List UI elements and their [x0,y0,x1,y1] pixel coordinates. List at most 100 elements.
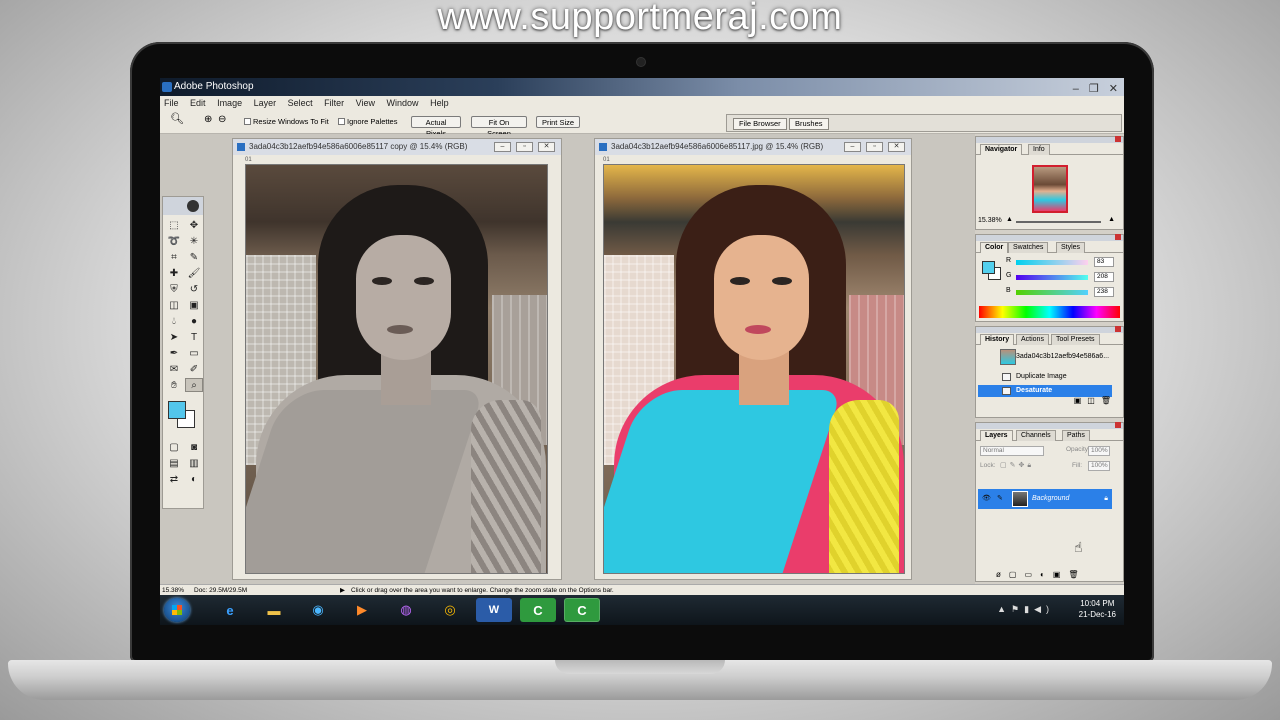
media-center-icon[interactable]: ◉ [300,598,336,622]
menu-view[interactable]: View [356,98,375,108]
menu-select[interactable]: Select [288,98,313,108]
menu-layer[interactable]: Layer [254,98,277,108]
lock-icons[interactable]: ▢✎✥🔒︎ [1000,461,1034,470]
history-item-duplicate[interactable]: Duplicate Image [978,371,1112,383]
red-slider[interactable] [1016,260,1088,265]
green-slider[interactable] [1016,275,1088,280]
hand-tool-icon[interactable]: ✋︎ [165,378,183,392]
lasso-tool-icon[interactable]: ➰ [165,234,183,248]
navigator-zoom-slider[interactable] [1016,221,1101,223]
tab-navigator[interactable]: Navigator [980,144,1023,155]
color-foreground-swatch[interactable] [982,261,995,274]
ignore-palettes-checkbox[interactable]: Ignore Palettes [338,116,397,128]
fit-on-screen-button[interactable]: Fit On Screen [471,116,527,138]
panel-close-icon[interactable] [1115,422,1121,428]
clone-stamp-icon[interactable]: ⛨ [165,282,183,296]
doc-minimize-button[interactable]: – [844,142,861,152]
panel-close-icon[interactable] [1115,326,1121,332]
camtasia-recorder-icon[interactable]: C [564,598,600,622]
tab-channels[interactable]: Channels [1016,430,1056,441]
healing-brush-icon[interactable]: ✚ [165,266,183,280]
menu-window[interactable]: Window [387,98,419,108]
blur-tool-icon[interactable]: 💧︎ [165,314,183,328]
jump-to-imageready-icon[interactable]: ⇄ [165,472,183,486]
tab-color[interactable]: Color [980,242,1009,253]
layer-background[interactable]: 👁︎ ✎ Background 🔒︎ [978,489,1112,509]
brush-tool-icon[interactable]: 🖌︎ [185,266,203,280]
photoshop-icon[interactable]: ◍ [388,598,424,622]
new-snapshot-icon[interactable]: ◫ [1087,396,1101,405]
path-selection-icon[interactable]: ➤ [165,330,183,344]
menu-edit[interactable]: Edit [190,98,206,108]
document-window-original[interactable]: 3ada04c3b12aefb94e586a6006e85117.jpg @ 1… [594,138,912,580]
green-value-field[interactable]: 208 [1094,272,1114,282]
navigator-zoom-value[interactable]: 15.38% [978,217,1002,224]
blend-mode-select[interactable]: Normal [980,446,1044,456]
add-mask-icon[interactable]: ▢ [1009,570,1025,579]
standard-mode-icon[interactable]: ▢ [165,440,183,454]
delete-layer-icon[interactable]: 🗑︎ [1068,570,1086,579]
resize-windows-checkbox[interactable]: Resize Windows To Fit [244,116,329,128]
image-canvas-color[interactable] [603,164,905,574]
file-browser-tab[interactable]: File Browser [733,118,787,130]
blue-slider[interactable] [1016,290,1088,295]
doc-close-button[interactable]: ✕ [888,142,905,152]
quick-mask-icon[interactable]: ◙ [185,440,203,454]
eraser-tool-icon[interactable]: ◫ [165,298,183,312]
ie-icon[interactable]: e [212,598,248,622]
folder-icon[interactable]: ▬ [256,598,292,622]
doc-minimize-button[interactable]: – [494,142,511,152]
print-size-button[interactable]: Print Size [536,116,580,128]
blue-value-field[interactable]: 238 [1094,287,1114,297]
panel-close-icon[interactable] [1115,136,1121,142]
zoom-out-icon[interactable]: ⊖ [218,114,226,126]
new-layer-icon[interactable]: ▣ [1053,570,1069,579]
opacity-field[interactable]: 100% [1088,446,1110,456]
doc-maximize-button[interactable]: ▫ [866,142,883,152]
tab-actions[interactable]: Actions [1016,334,1049,345]
layer-brush-icon[interactable]: ✎ [997,489,1003,509]
foreground-color-swatch[interactable] [168,401,186,419]
tab-tool-presets[interactable]: Tool Presets [1051,334,1100,345]
adobe-eye-icon[interactable] [187,200,199,212]
gradient-tool-icon[interactable]: ▣ [185,298,203,312]
image-canvas-grayscale[interactable] [245,164,548,574]
media-player-icon[interactable]: ▶ [344,598,380,622]
tray-clock[interactable]: 10:04 PM 21-Dec-16 [1079,598,1116,620]
new-set-icon[interactable]: ▭ [1024,570,1040,579]
menu-filter[interactable]: Filter [324,98,344,108]
marquee-tool-icon[interactable]: ⬚ [165,218,183,232]
system-tray-icons[interactable]: ▲⚑▮◀) [997,604,1054,615]
screen-mode-icon[interactable]: ▤ [165,456,183,470]
document-window-copy[interactable]: 3ada04c3b12aefb94e586a6006e85117 copy @ … [232,138,562,580]
tab-history[interactable]: History [980,334,1015,345]
full-screen-icon[interactable]: ▥ [185,456,203,470]
color-swatches[interactable] [165,399,201,433]
crop-tool-icon[interactable]: ⌗ [165,250,183,264]
tab-swatches[interactable]: Swatches [1008,242,1049,253]
color-ramp[interactable] [979,306,1120,318]
layer-visibility-eye-icon[interactable]: 👁︎ [982,489,991,509]
dodge-tool-icon[interactable]: ● [185,314,203,328]
document-title-bar[interactable]: 3ada04c3b12aefb94e586a6006e85117 copy @ … [233,139,561,155]
tab-paths[interactable]: Paths [1062,430,1090,441]
chrome-icon[interactable]: ◎ [432,598,468,622]
start-button[interactable] [164,598,190,622]
eyedropper-tool-icon[interactable]: ✐ [185,362,203,376]
notes-tool-icon[interactable]: ✉ [165,362,183,376]
delete-state-icon[interactable]: 🗑︎ [1101,396,1117,405]
document-title-bar[interactable]: 3ada04c3b12aefb94e586a6006e85117.jpg @ 1… [595,139,911,155]
magic-wand-tool-icon[interactable]: ✳ [185,234,203,248]
zoom-tool-icon[interactable]: 🔍︎ [170,114,184,126]
menu-file[interactable]: File [164,98,179,108]
fill-field[interactable]: 100% [1088,461,1110,471]
layer-style-icon[interactable]: ø [996,570,1009,579]
doc-close-button[interactable]: ✕ [538,142,555,152]
type-tool-icon[interactable]: T [185,330,203,344]
history-brush-icon[interactable]: ↺ [185,282,203,296]
pen-tool-icon[interactable]: ✒ [165,346,183,360]
menu-help[interactable]: Help [430,98,449,108]
tab-layers[interactable]: Layers [980,430,1013,441]
imageready-icon[interactable]: ◐ [185,472,203,486]
zoom-tool-selected-icon[interactable]: ⌕ [185,378,203,392]
